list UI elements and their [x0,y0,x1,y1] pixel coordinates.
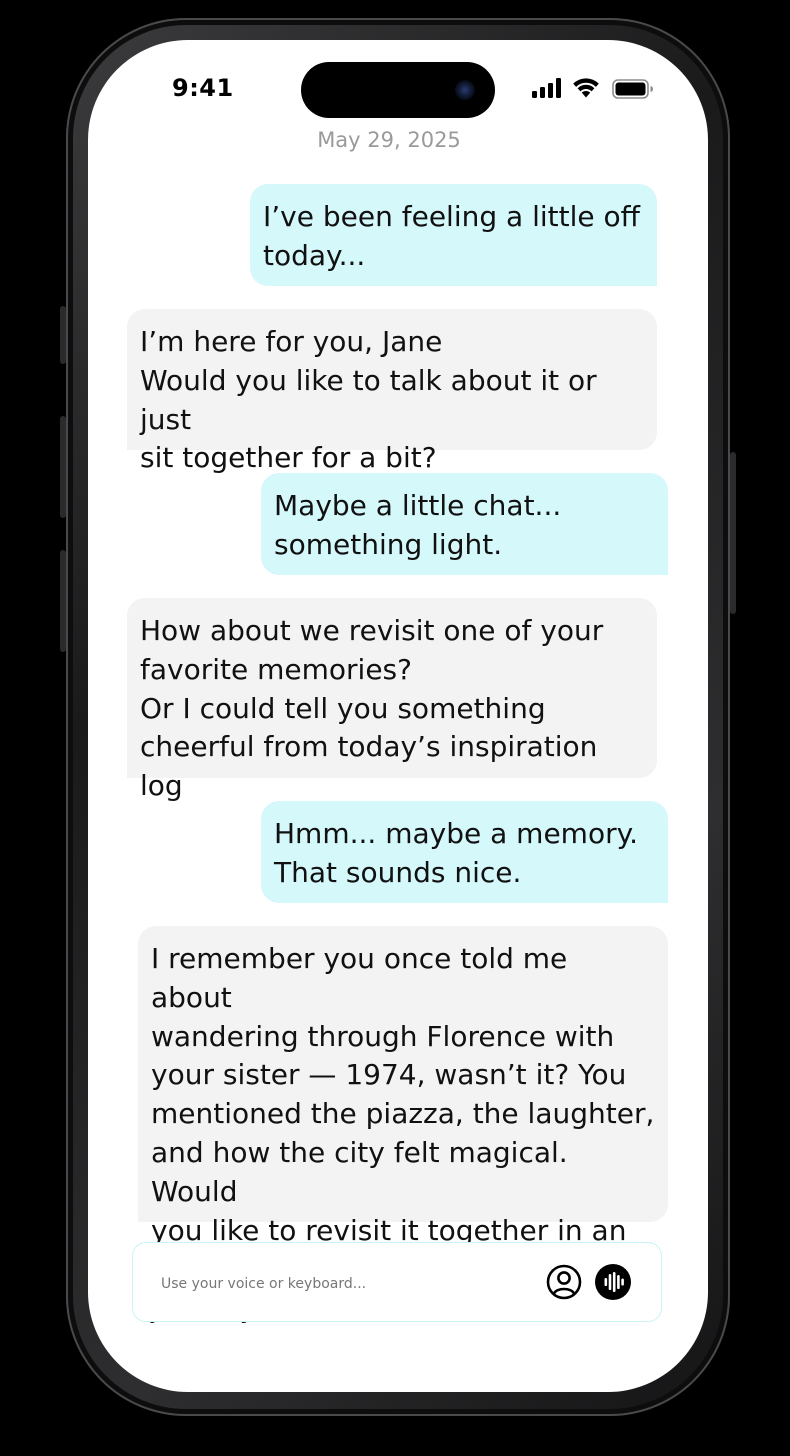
message-composer [132,1242,662,1322]
phone-screen: 9:41 May 29, 2025 I’ve been feeling a li… [88,40,708,1392]
cellular-signal-icon [532,78,561,98]
user-profile-icon[interactable] [546,1264,582,1300]
message-bubble-assistant: I remember you once told me about wander… [138,926,668,1324]
dynamic-island [301,62,495,118]
action-button [60,306,66,364]
message-bubble-user: Hmm... maybe a memory. That sounds nice. [261,801,668,903]
message-bubble-user: Maybe a little chat... something light. [261,473,668,575]
voice-waveform-icon [604,1272,624,1292]
voice-input-button[interactable] [595,1264,631,1300]
status-time: 9:41 [172,74,234,102]
volume-down-button [60,550,66,652]
battery-icon [612,79,653,99]
power-button [730,452,736,614]
message-input[interactable] [159,1269,523,1299]
front-camera-icon [455,80,475,100]
message-bubble-assistant: I’m here for you, Jane Would you like to… [127,309,657,474]
volume-up-button [60,416,66,518]
wifi-icon [573,78,599,98]
chat-date: May 29, 2025 [317,128,461,152]
message-bubble-assistant: How about we revisit one of your favorit… [127,598,657,802]
message-bubble-user: I’ve been feeling a little off today... [250,184,657,286]
